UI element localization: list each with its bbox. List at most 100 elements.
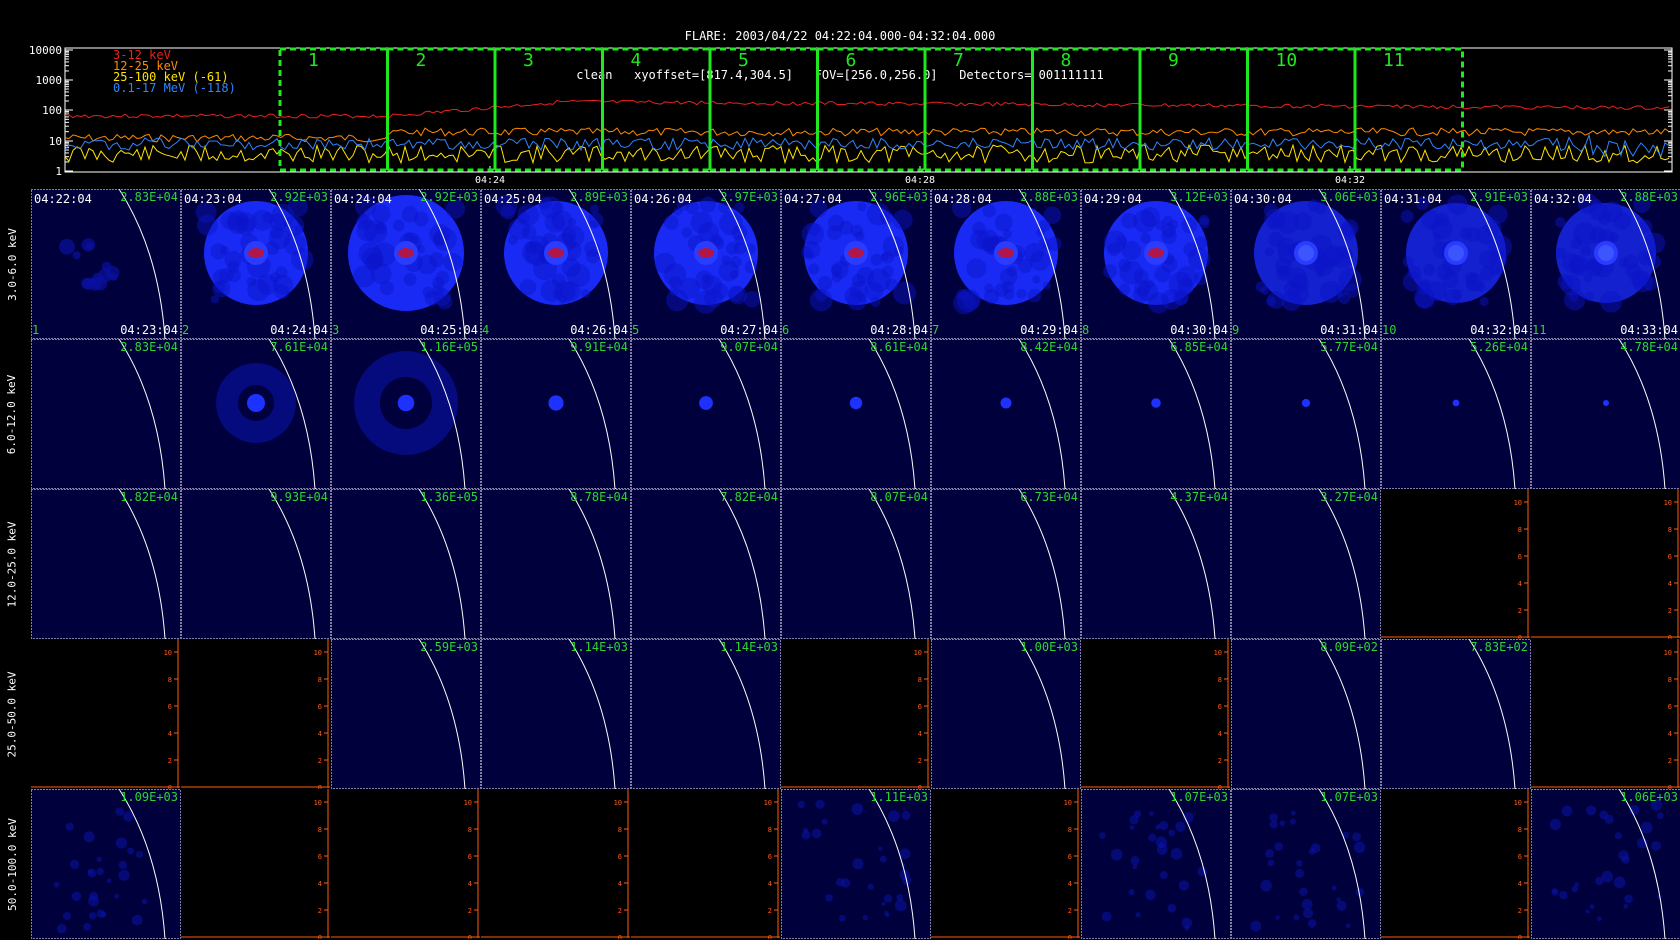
empty-tick-label: 4 bbox=[468, 880, 472, 888]
source-mottle bbox=[1006, 265, 1018, 277]
panel-image bbox=[781, 489, 931, 639]
image-panel: 1.06E+03 bbox=[1531, 789, 1680, 939]
source-mottle bbox=[1584, 291, 1595, 302]
panel-axes: 0 2 4 6 8 10 bbox=[631, 789, 780, 939]
noise-speck bbox=[123, 811, 134, 822]
noise-speck bbox=[141, 898, 148, 905]
interval-box-1 bbox=[278, 47, 389, 172]
empty-tick-label: 4 bbox=[318, 730, 322, 738]
panel-max-value: 6.73E+04 bbox=[1020, 490, 1078, 504]
source-mottle bbox=[1268, 217, 1280, 229]
noise-speck bbox=[1307, 919, 1317, 928]
noise-speck bbox=[1549, 818, 1562, 831]
noise-speck bbox=[851, 803, 864, 816]
source-mottle bbox=[567, 218, 577, 227]
noise-speck bbox=[838, 914, 846, 922]
solar-limb bbox=[1618, 339, 1666, 489]
empty-tick-label: 6 bbox=[468, 853, 472, 861]
source-mottle bbox=[892, 209, 913, 230]
image-panel: 3.12E+03 04:29:04 8 04:30:04 bbox=[1081, 189, 1231, 339]
empty-tick-label: 0 bbox=[618, 934, 622, 939]
panel-max-value: 2.83E+04 bbox=[120, 190, 178, 204]
image-panel: 2.96E+03 04:27:04 6 04:28:04 bbox=[781, 189, 931, 339]
interval-box-9 bbox=[1138, 47, 1249, 172]
source-mottle bbox=[982, 204, 996, 218]
source-mottle bbox=[429, 252, 445, 268]
solar-limb bbox=[268, 489, 316, 639]
source-mottle bbox=[663, 215, 679, 230]
empty-tick-label: 10 bbox=[314, 649, 322, 657]
panel-image bbox=[1531, 789, 1680, 939]
lightcurve-series-1 bbox=[64, 99, 1670, 119]
noise-speck bbox=[1302, 908, 1314, 919]
panel-image bbox=[1381, 189, 1531, 339]
source-mottle bbox=[1016, 288, 1027, 299]
compact-source bbox=[699, 396, 713, 410]
empty-tick-label: 4 bbox=[618, 880, 622, 888]
solar-limb bbox=[1168, 339, 1216, 489]
solar-limb bbox=[568, 489, 616, 639]
source-mottle bbox=[269, 224, 284, 239]
solar-limb bbox=[1318, 789, 1366, 939]
solar-limb bbox=[1018, 489, 1066, 639]
empty-panel: 0 2 4 6 8 10 bbox=[1531, 639, 1680, 789]
noise-speck bbox=[894, 899, 907, 912]
panel-image bbox=[1231, 789, 1381, 939]
empty-tick-label: 4 bbox=[768, 880, 772, 888]
empty-panel: 0 2 4 6 8 10 bbox=[181, 789, 331, 939]
noise-speck bbox=[1299, 887, 1308, 897]
empty-tick-label: 8 bbox=[318, 826, 322, 834]
panel-image bbox=[481, 639, 631, 789]
source-mottle bbox=[1047, 236, 1062, 252]
panel-image bbox=[331, 639, 481, 789]
noise-speck bbox=[1656, 812, 1664, 820]
noise-speck bbox=[885, 913, 890, 918]
panel-frame bbox=[931, 339, 1081, 489]
empty-tick-label: 4 bbox=[318, 880, 322, 888]
source-mottle bbox=[1466, 227, 1481, 242]
panel-frame bbox=[331, 639, 481, 789]
source-mottle bbox=[1277, 265, 1290, 277]
empty-panel: 0 2 4 6 8 10 bbox=[331, 789, 481, 939]
compact-source bbox=[1151, 398, 1161, 408]
panel-start-time: 04:28:04 bbox=[934, 192, 992, 206]
empty-tick-label: 0 bbox=[768, 934, 772, 939]
source-mottle bbox=[517, 203, 540, 226]
empty-tick-label: 8 bbox=[1668, 526, 1672, 534]
panel-end-time: 04:23:04 bbox=[120, 323, 178, 337]
compact-source bbox=[548, 395, 564, 411]
panel-number: 6 bbox=[782, 323, 790, 337]
empty-tick-label: 10 bbox=[464, 799, 472, 807]
image-panel: 7.83E+02 bbox=[1381, 639, 1531, 789]
noise-speck bbox=[1596, 916, 1602, 922]
panel-image bbox=[931, 189, 1081, 339]
solar-limb bbox=[1018, 339, 1066, 489]
noise-speck bbox=[797, 800, 806, 809]
panel-max-value: 9.91E+04 bbox=[570, 340, 628, 354]
interval-number: 4 bbox=[631, 50, 642, 71]
source-mottle bbox=[866, 202, 890, 226]
image-panel: 9.91E+04 bbox=[481, 339, 631, 489]
source-mottle bbox=[801, 222, 825, 246]
source-mottle bbox=[1027, 288, 1042, 303]
noise-speck bbox=[96, 867, 104, 876]
empty-tick-label: 0 bbox=[1068, 934, 1072, 939]
image-panel: 8.07E+04 bbox=[781, 489, 931, 639]
panel-frame bbox=[331, 489, 481, 639]
source-mottle bbox=[372, 242, 397, 267]
image-panel: 1.16E+05 bbox=[331, 339, 481, 489]
band-label-text: 25.0-50.0 keV bbox=[5, 670, 19, 758]
solar-limb bbox=[1168, 489, 1216, 639]
panel-image bbox=[1531, 339, 1680, 489]
empty-tick-label: 0 bbox=[318, 934, 322, 939]
image-panel: 7.61E+04 bbox=[181, 339, 331, 489]
band-label: 12.0-25.0 keV bbox=[2, 489, 22, 639]
panel-number: 11 bbox=[1532, 323, 1547, 337]
empty-tick-label: 2 bbox=[318, 907, 322, 915]
source-peak bbox=[1598, 245, 1614, 261]
panel-image bbox=[931, 489, 1081, 639]
image-panel: 1.09E+03 bbox=[31, 789, 181, 939]
solar-limb bbox=[118, 189, 166, 339]
source-mottle bbox=[416, 245, 425, 254]
noise-speck bbox=[1101, 911, 1112, 922]
